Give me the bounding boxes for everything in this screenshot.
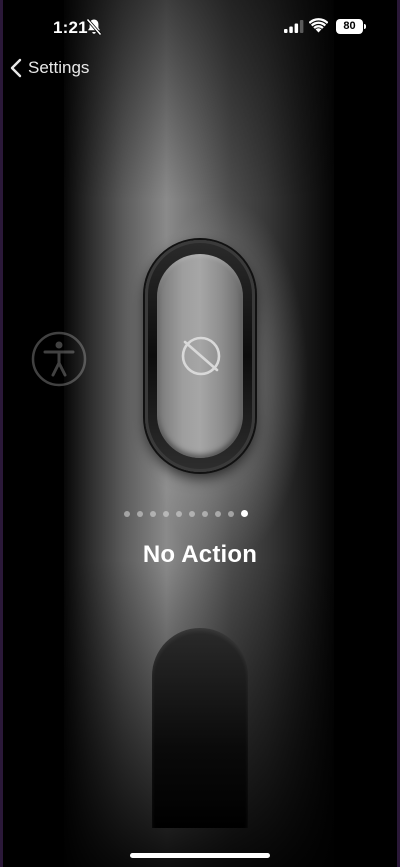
page-dot[interactable]: [189, 510, 195, 517]
chevron-left-icon: [10, 58, 22, 78]
action-button-surface: [157, 254, 243, 458]
page-dot[interactable]: [137, 510, 143, 517]
page-dot[interactable]: [202, 510, 208, 517]
page-dot[interactable]: [150, 510, 156, 517]
status-time: 1:21: [53, 18, 88, 37]
lower-button-render: [152, 628, 248, 828]
page-dot[interactable]: [241, 510, 248, 517]
back-label: Settings: [28, 58, 90, 77]
page-dot[interactable]: [163, 510, 169, 517]
action-button-preview[interactable]: [145, 240, 255, 472]
battery-nub: [364, 24, 366, 29]
wifi-icon: [309, 18, 328, 33]
page-dot[interactable]: [215, 510, 221, 517]
back-button[interactable]: Settings: [10, 58, 89, 78]
page-dot[interactable]: [124, 510, 130, 517]
cellular-signal-icon: [284, 20, 304, 33]
page-dot[interactable]: [176, 510, 182, 517]
accessibility-icon: [31, 331, 87, 387]
battery-level: 80: [343, 20, 356, 32]
page-dot[interactable]: [228, 510, 234, 517]
circle-slash-icon: [181, 336, 221, 376]
bell-slash-icon: [86, 18, 102, 36]
battery-icon: 80: [336, 19, 363, 34]
status-bar: 1:21 80: [0, 0, 400, 52]
page-indicator[interactable]: [124, 510, 248, 517]
selected-action-label: No Action: [142, 541, 258, 568]
home-indicator[interactable]: [130, 853, 270, 858]
